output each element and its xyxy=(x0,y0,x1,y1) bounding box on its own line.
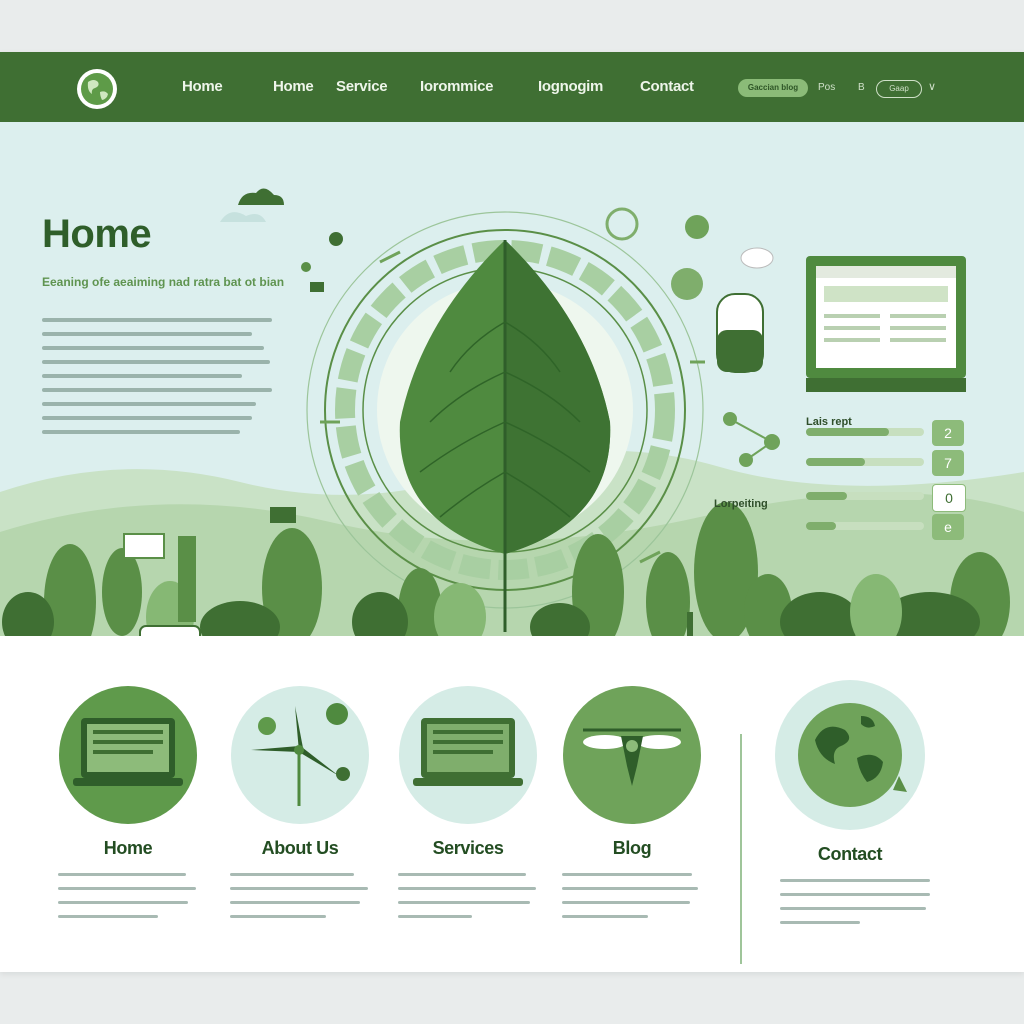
progress-badge[interactable]: e xyxy=(932,514,964,540)
chevron-down-icon[interactable]: ∨ xyxy=(928,80,936,93)
nav-outline-button[interactable]: Gaap xyxy=(876,80,922,98)
text-line xyxy=(42,346,264,350)
text-line xyxy=(42,402,256,406)
laptop-card-icon xyxy=(806,256,966,392)
feature-title: About Us xyxy=(261,838,339,858)
features-section: Home About Us Services Blog Contact xyxy=(0,636,1024,972)
hero-section: Home Eeaning ofe aeaiming nad ratra bat … xyxy=(0,122,1024,636)
drone-icon xyxy=(563,686,701,824)
page: Home Home Service Iorommice Iognogim Con… xyxy=(0,52,1024,972)
nav-link-home[interactable]: Home xyxy=(182,78,223,95)
hero-paragraph xyxy=(42,318,274,444)
laptop-icon xyxy=(59,686,197,824)
feature-card-blog[interactable]: Blog xyxy=(552,686,712,929)
progress-row: 0 xyxy=(806,484,966,512)
text-line xyxy=(42,360,270,364)
hero-subtitle: Eeaning ofe aeaiming nad ratra bat ot bi… xyxy=(42,275,285,289)
text-line xyxy=(42,318,272,322)
nav-pill-button[interactable]: Gaccian blog xyxy=(738,79,808,97)
side-label-b: Lorpeiting xyxy=(714,498,768,510)
text-line xyxy=(42,388,272,392)
progress-badge[interactable]: 0 xyxy=(932,484,966,512)
text-line xyxy=(42,430,240,434)
feature-title: Contact xyxy=(817,844,883,864)
progress-fill xyxy=(806,492,847,500)
feature-card-services[interactable]: Services xyxy=(388,686,548,929)
feature-title: Home xyxy=(103,838,153,858)
nav-mini-link-a[interactable]: Pos xyxy=(818,82,835,93)
nav-mini-link-b[interactable]: B xyxy=(858,82,865,93)
feature-description xyxy=(220,873,380,918)
feature-description xyxy=(388,873,548,918)
nav-link-iognogim[interactable]: Iognogim xyxy=(538,78,603,95)
progress-fill xyxy=(806,428,889,436)
nav-link-contact[interactable]: Contact xyxy=(640,78,694,95)
progress-row: 2 xyxy=(806,420,964,446)
feature-card-home[interactable]: Home xyxy=(48,686,208,929)
progress-row: 7 xyxy=(806,450,964,476)
text-line xyxy=(42,332,252,336)
feature-description xyxy=(48,873,208,918)
text-line xyxy=(42,374,242,378)
hero-title: Home xyxy=(42,212,152,256)
feature-card-about-us[interactable]: About Us xyxy=(220,686,380,929)
progress-badge[interactable]: 7 xyxy=(932,450,964,476)
progress-fill xyxy=(806,458,865,466)
progress-row: e xyxy=(806,514,964,540)
globe-logo-icon[interactable] xyxy=(76,68,118,110)
text-line xyxy=(42,416,252,420)
feature-title: Blog xyxy=(612,838,652,858)
wind-turbine-icon xyxy=(231,686,369,824)
laptop-icon xyxy=(399,686,537,824)
nav-link-home-2[interactable]: Home xyxy=(273,78,314,95)
progress-badge[interactable]: 2 xyxy=(932,420,964,446)
feature-description xyxy=(552,873,712,918)
vertical-divider xyxy=(740,734,742,964)
progress-fill xyxy=(806,522,836,530)
feature-card-contact[interactable]: Contact xyxy=(770,680,930,935)
feature-title: Services xyxy=(432,838,504,858)
top-nav: Home Home Service Iorommice Iognogim Con… xyxy=(0,52,1024,122)
nav-link-service[interactable]: Service xyxy=(336,78,388,95)
nav-link-iorommice[interactable]: Iorommice xyxy=(420,78,493,95)
feature-description xyxy=(770,879,930,924)
globe-icon xyxy=(775,680,925,830)
